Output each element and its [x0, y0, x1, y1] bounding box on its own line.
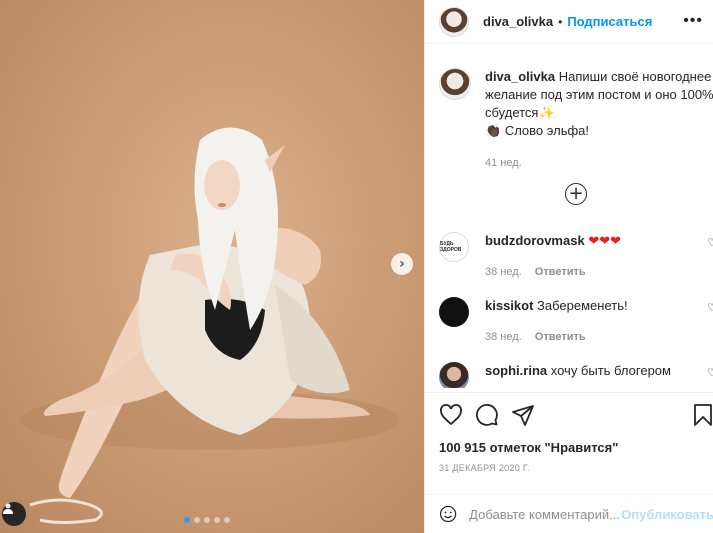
post-caption: diva_olivka Напиши своё новогоднее желан… [439, 68, 713, 172]
carousel-dot [224, 517, 230, 523]
plus-circle-icon[interactable]: + [565, 183, 587, 205]
comment: sophi.rina хочу быть блогером ♡ [439, 362, 713, 388]
comment-text: Забеременеть! [537, 298, 628, 313]
heart-icon[interactable]: ♡ [707, 366, 713, 379]
heart-icon[interactable]: ♡ [707, 236, 713, 249]
comment: kissikot Забеременеть! 38 нед. Ответить … [439, 297, 713, 346]
carousel-dot [204, 517, 210, 523]
reply-button[interactable]: Ответить [535, 331, 586, 343]
separator: • [558, 14, 563, 29]
avatar-logo: БУДЬ ЗДОРОВ [440, 241, 462, 253]
user-icon [3, 503, 13, 514]
chevron-right-icon: › [399, 256, 405, 272]
avatar[interactable]: БУДЬ ЗДОРОВ [439, 232, 469, 262]
comment-username[interactable]: budzdorovmask [485, 233, 585, 248]
action-bar [425, 392, 713, 440]
avatar[interactable] [439, 68, 471, 100]
reply-button[interactable]: Ответить [535, 266, 586, 278]
comment-text: хочу быть блогером [550, 363, 671, 378]
carousel-dot [194, 517, 200, 523]
carousel-dot [184, 517, 190, 523]
comment-input[interactable] [469, 506, 620, 522]
caption-username[interactable]: diva_olivka [485, 69, 555, 84]
comment-username[interactable]: sophi.rina [485, 363, 547, 378]
photo-illustration [20, 127, 400, 524]
carousel-indicator [184, 517, 230, 523]
heart-icon[interactable]: ♡ [707, 301, 713, 314]
bookmark-icon[interactable] [691, 403, 713, 427]
like-count[interactable]: 100 915 отметок "Нравится" [439, 440, 618, 455]
post-date: 31 ДЕКАБРЯ 2020 Г. [439, 463, 530, 473]
carousel-dot [214, 517, 220, 523]
caption-line2: Слово эльфа! [504, 123, 590, 138]
next-photo-button[interactable]: › [391, 253, 413, 275]
post-sidebar: diva_olivka • Подписаться ••• diva_olivk… [424, 0, 713, 533]
clap-emoji: 👏🏿 [485, 123, 502, 138]
author-username[interactable]: diva_olivka [483, 14, 553, 29]
comment-age: 38 нед. [485, 331, 522, 343]
caption-age: 41 нед. [485, 157, 522, 169]
heart-icon[interactable] [439, 403, 463, 427]
smiley-icon[interactable] [439, 503, 457, 525]
publish-button[interactable]: Опубликовать [621, 507, 713, 522]
comment-age: 38 нед. [485, 266, 522, 278]
comment-username[interactable]: kissikot [485, 298, 533, 313]
avatar[interactable] [439, 297, 469, 327]
paper-plane-icon[interactable] [511, 403, 535, 427]
comment-text: ❤❤❤ [588, 233, 621, 248]
sparkles-emoji: ✨ [538, 105, 555, 120]
avatar[interactable] [439, 6, 469, 37]
post-header: diva_olivka • Подписаться ••• [425, 0, 713, 44]
follow-button[interactable]: Подписаться [567, 14, 652, 29]
post-photo[interactable]: › [0, 0, 424, 533]
tagged-users-button[interactable] [2, 502, 26, 526]
comment-box: Опубликовать [425, 494, 713, 533]
comment: БУДЬ ЗДОРОВ budzdorovmask ❤❤❤ 38 нед. От… [439, 232, 713, 281]
avatar[interactable] [439, 362, 469, 388]
comment-icon[interactable] [475, 403, 499, 427]
more-options-icon[interactable]: ••• [683, 12, 703, 30]
